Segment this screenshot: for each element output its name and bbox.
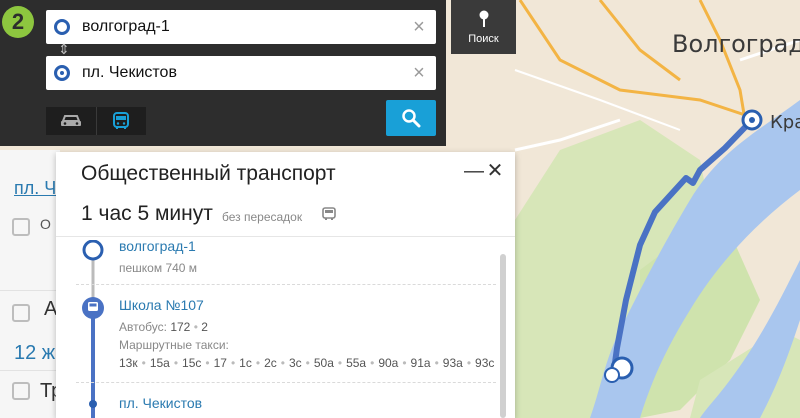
route-timeline (82, 240, 104, 418)
bus-icon (322, 207, 336, 220)
to-field[interactable]: пл. Чекистов × (46, 56, 436, 90)
separator: • (370, 356, 375, 370)
separator: • (230, 356, 236, 370)
map-label-station: Кра (770, 112, 800, 133)
taxi-route[interactable]: 1с (239, 356, 252, 370)
swap-icon[interactable]: ⇕ (58, 42, 70, 56)
from-field[interactable]: волгоград-1 × (46, 10, 436, 44)
separator: • (173, 356, 179, 370)
start-point-icon (54, 19, 70, 35)
public-transport-panel: Общественный транспорт — ✕ 1 час 5 минут… (56, 152, 515, 418)
taxi-route[interactable]: 91а (411, 356, 431, 370)
separator: • (305, 356, 310, 370)
clear-to-icon[interactable]: × (408, 62, 430, 85)
pin-icon (479, 10, 489, 27)
bus-route[interactable]: 172 (170, 320, 190, 334)
stop-boarding[interactable]: Школа №107 (119, 297, 204, 313)
taxi-label: Маршрутные такси: (119, 338, 229, 352)
transport-mode-selector (46, 107, 146, 135)
bus-label: Автобус: (119, 320, 167, 334)
separator: • (402, 356, 407, 370)
search-route-button[interactable] (386, 100, 436, 136)
background-route-list: пл. Ч О А 12 ж Тр (0, 150, 62, 418)
map-label-city: Волгоград (672, 30, 800, 58)
scrollbar[interactable] (500, 254, 506, 418)
end-point-icon (54, 65, 70, 81)
logo[interactable]: 2 (2, 6, 34, 38)
taxi-route[interactable]: 3с (289, 356, 302, 370)
close-icon[interactable]: ✕ (486, 161, 504, 181)
search-places-button[interactable]: Поиск (451, 0, 516, 54)
from-input[interactable]: волгоград-1 (82, 18, 408, 36)
taxi-route[interactable]: 93а (443, 356, 463, 370)
separator: • (434, 356, 439, 370)
panel-title: Общественный транспорт (81, 162, 336, 185)
bus-icon (12, 218, 30, 236)
separator: • (337, 356, 343, 370)
taxi-route[interactable]: 90а (378, 356, 398, 370)
car-icon (60, 115, 81, 126)
tram-icon (12, 382, 30, 400)
public-transport-mode-button[interactable] (95, 107, 146, 135)
bus-route[interactable]: 2 (201, 320, 208, 334)
taxi-route[interactable]: 17 (214, 356, 227, 370)
trip-duration: 1 час 5 минут (81, 202, 213, 225)
minimize-icon[interactable]: — (464, 161, 484, 181)
stop-end[interactable]: пл. Чекистов (119, 395, 202, 411)
end-stop-marker (89, 400, 97, 408)
taxi-route[interactable]: 50а (314, 356, 334, 370)
separator: • (255, 356, 261, 370)
walk-distance: пешком 740 м (119, 261, 198, 275)
separator: • (280, 356, 285, 370)
to-input[interactable]: пл. Чекистов (82, 64, 408, 82)
taxi-route[interactable]: 55а (346, 356, 366, 370)
separator: • (141, 356, 146, 370)
clear-from-icon[interactable]: × (408, 16, 430, 39)
taxi-route[interactable]: 93с (475, 356, 494, 370)
taxi-route[interactable]: 2с (264, 356, 277, 370)
bus-routes: Автобус: 172 • 2 (119, 320, 208, 334)
background-row-12: 12 ж (14, 342, 56, 364)
background-row-o: О (40, 216, 51, 232)
route-search-panel: 2 волгоград-1 × ⇕ пл. Чекистов × (0, 0, 446, 146)
stop-start[interactable]: волгоград-1 (119, 238, 196, 254)
transfer-info: без пересадок (222, 210, 303, 224)
taxi-route[interactable]: 15с (182, 356, 201, 370)
car-mode-button[interactable] (46, 107, 96, 135)
bus-icon (12, 304, 30, 322)
taxi-routes: Маршрутные такси: 13к • 15а • 15с • 17 • 1с • 2с • 3… (119, 336, 494, 372)
search-places-label: Поиск (468, 33, 499, 45)
start-stop-marker (82, 240, 104, 261)
bus-icon (113, 112, 130, 129)
search-icon (402, 109, 421, 128)
separator: • (466, 356, 472, 370)
background-link[interactable]: пл. Ч (14, 178, 56, 199)
separator: • (205, 356, 210, 370)
taxi-route[interactable]: 15а (150, 356, 170, 370)
taxi-route[interactable]: 13к (119, 356, 138, 370)
